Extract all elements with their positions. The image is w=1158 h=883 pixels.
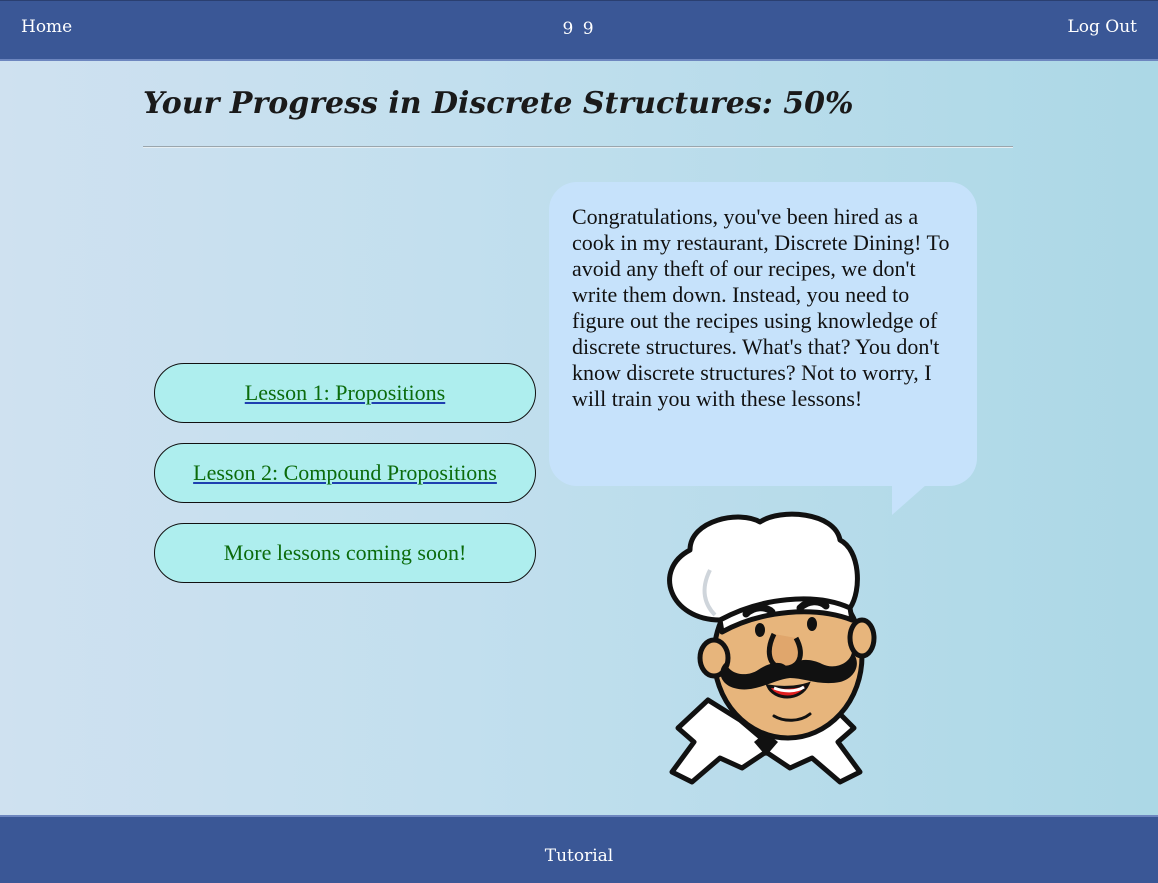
- lesson-1-button[interactable]: Lesson 1: Propositions: [154, 363, 536, 423]
- tutorial-link[interactable]: Tutorial: [0, 846, 1158, 866]
- more-lessons-label: More lessons coming soon!: [223, 540, 467, 565]
- speech-bubble: Congratulations, you've been hired as a …: [549, 182, 977, 486]
- more-lessons-coming-soon: More lessons coming soon!: [154, 523, 536, 583]
- navbar-center-text: 9 9: [562, 19, 596, 39]
- logout-link[interactable]: Log Out: [1067, 17, 1137, 37]
- lesson-1-label: Lesson 1: Propositions: [244, 380, 446, 405]
- speech-text: Congratulations, you've been hired as a …: [572, 204, 950, 411]
- lesson-2-button[interactable]: Lesson 2: Compound Propositions: [154, 443, 536, 503]
- speech-bubble-tail: [892, 485, 926, 515]
- page-title: Your Progress in Discrete Structures: 50…: [143, 86, 854, 121]
- title-divider: [143, 146, 1013, 148]
- top-navbar: Home 9 9 Log Out: [0, 0, 1158, 61]
- chef-mascot-icon: [667, 511, 877, 785]
- footer-bar: Tutorial: [0, 815, 1158, 883]
- lesson-2-label: Lesson 2: Compound Propositions: [193, 460, 497, 485]
